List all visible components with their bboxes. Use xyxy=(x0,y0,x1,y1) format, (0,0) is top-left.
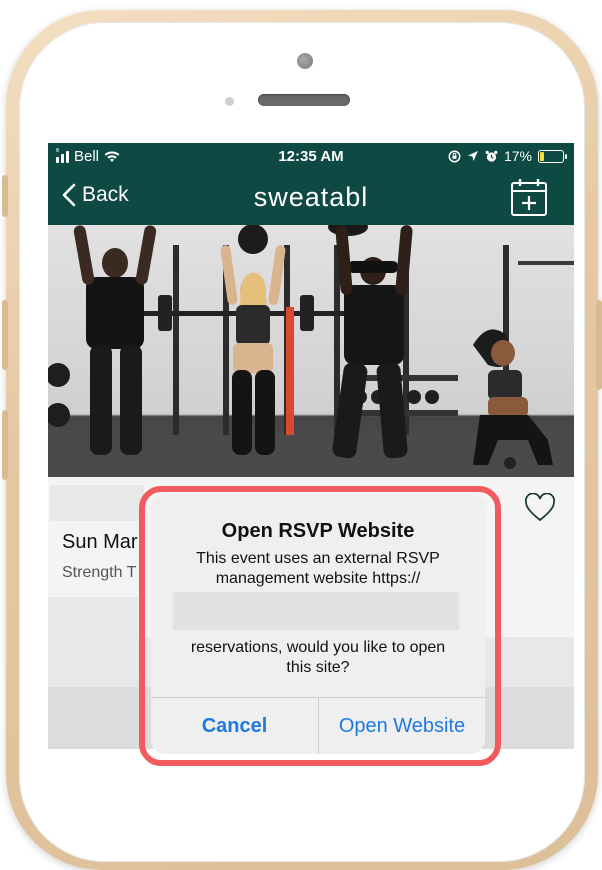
alert-url-redacted xyxy=(173,592,459,630)
cancel-button[interactable]: Cancel xyxy=(151,698,318,754)
alert-title: Open RSVP Website xyxy=(221,520,415,542)
proximity-sensor xyxy=(225,97,234,106)
alert-message-line-4: this site? xyxy=(286,659,350,676)
front-camera xyxy=(297,53,313,69)
open-website-button[interactable]: Open Website xyxy=(319,698,485,754)
alert-message-line-3: reservations, would you like to open xyxy=(190,639,446,656)
earpiece-speaker xyxy=(258,94,350,106)
side-button-volume-down xyxy=(2,410,8,480)
side-button-mute xyxy=(2,175,8,217)
alert-message-line-2: management website https:// xyxy=(215,570,421,587)
alert-message-top: This event uses an external RSVP managem… xyxy=(151,549,485,589)
side-button-power xyxy=(596,300,602,390)
side-button-volume-up xyxy=(2,300,8,370)
rsvp-alert-dialog: Open RSVP Website This event uses an ext… xyxy=(151,494,485,754)
alert-message-line-1: This event uses an external RSVP xyxy=(196,550,440,567)
alert-message-bottom: reservations, would you like to open thi… xyxy=(151,638,485,678)
